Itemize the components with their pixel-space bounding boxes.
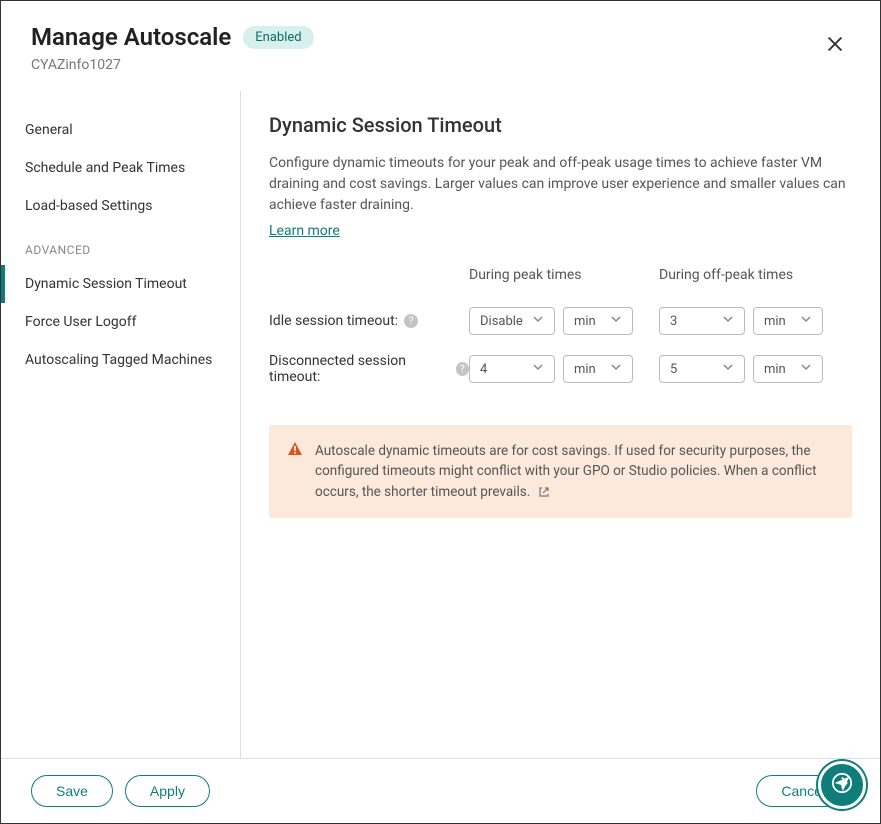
col-header-peak: During peak times <box>469 267 659 289</box>
content-panel: Dynamic Session Timeout Configure dynami… <box>241 91 880 758</box>
chevron-down-icon <box>610 361 622 377</box>
timeout-grid: During peak times During off-peak times … <box>269 267 852 385</box>
disc-offpeak-unit-select[interactable]: min <box>753 355 823 383</box>
dialog-title: Manage Autoscale <box>31 23 231 51</box>
save-button[interactable]: Save <box>31 775 113 807</box>
sidebar: General Schedule and Peak Times Load-bas… <box>1 91 241 758</box>
sidebar-item-schedule[interactable]: Schedule and Peak Times <box>1 149 240 187</box>
help-icon[interactable]: ? <box>404 314 418 328</box>
dialog-footer: Save Apply Cancel <box>1 758 880 823</box>
content-description: Configure dynamic timeouts for your peak… <box>269 153 852 216</box>
idle-offpeak-unit-select[interactable]: min <box>753 307 823 335</box>
col-header-offpeak: During off-peak times <box>659 267 849 289</box>
external-link-icon[interactable] <box>538 486 550 498</box>
row-label-idle: Idle session timeout: ? <box>269 313 469 329</box>
sidebar-item-load-based[interactable]: Load-based Settings <box>1 187 240 225</box>
close-button[interactable] <box>820 29 850 62</box>
disc-offpeak-value-select[interactable]: 5 <box>659 355 745 383</box>
content-heading: Dynamic Session Timeout <box>269 113 852 137</box>
chevron-down-icon <box>532 361 544 377</box>
chevron-down-icon <box>722 361 734 377</box>
chevron-down-icon <box>800 361 812 377</box>
idle-peak-unit-select[interactable]: min <box>563 307 633 335</box>
dialog-header: Manage Autoscale Enabled CYAZinfo1027 <box>1 1 880 91</box>
chevron-down-icon <box>722 313 734 329</box>
dialog-subtitle: CYAZinfo1027 <box>31 57 850 73</box>
chevron-down-icon <box>532 313 544 329</box>
sidebar-item-tagged-machines[interactable]: Autoscaling Tagged Machines <box>1 341 240 379</box>
warning-alert: Autoscale dynamic timeouts are for cost … <box>269 425 852 518</box>
sidebar-section-advanced: ADVANCED <box>1 225 240 265</box>
disc-peak-value-select[interactable]: 4 <box>469 355 555 383</box>
warning-icon <box>287 441 303 502</box>
sidebar-item-general[interactable]: General <box>1 111 240 149</box>
disc-peak-unit-select[interactable]: min <box>563 355 633 383</box>
idle-peak-value-select[interactable]: Disable <box>469 307 555 335</box>
idle-offpeak-value-select[interactable]: 3 <box>659 307 745 335</box>
learn-more-link[interactable]: Learn more <box>269 223 340 239</box>
send-icon <box>831 772 853 798</box>
row-label-disconnected: Disconnected session timeout: ? <box>269 353 469 385</box>
apply-button[interactable]: Apply <box>125 775 210 807</box>
status-badge: Enabled <box>243 26 313 49</box>
help-fab[interactable] <box>818 761 866 809</box>
sidebar-item-dynamic-timeout[interactable]: Dynamic Session Timeout <box>1 265 240 303</box>
chevron-down-icon <box>610 313 622 329</box>
close-icon <box>824 43 846 58</box>
help-icon[interactable]: ? <box>456 362 469 376</box>
sidebar-item-force-logoff[interactable]: Force User Logoff <box>1 303 240 341</box>
chevron-down-icon <box>800 313 812 329</box>
manage-autoscale-dialog: Manage Autoscale Enabled CYAZinfo1027 Ge… <box>0 0 881 824</box>
